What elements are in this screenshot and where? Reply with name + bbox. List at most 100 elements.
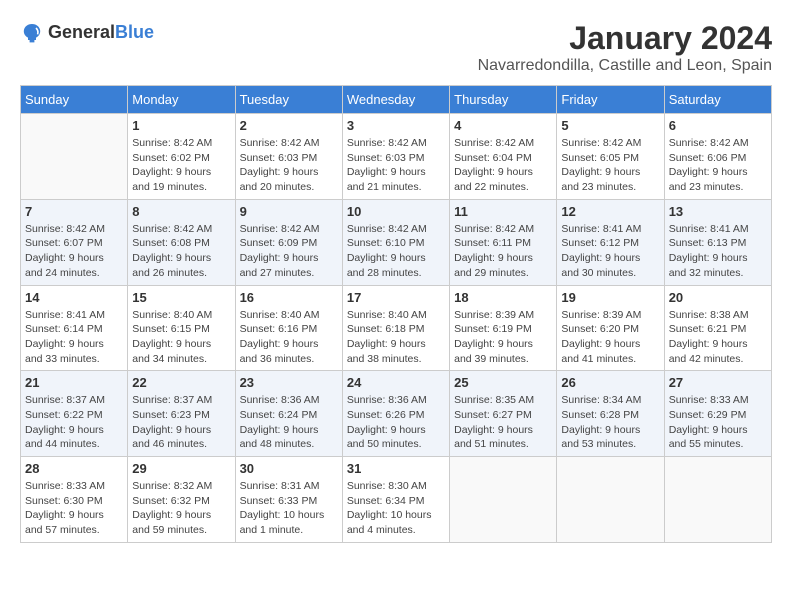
day-info: Sunrise: 8:42 AMSunset: 6:09 PMDaylight:… [240,222,338,281]
calendar-cell [450,457,557,543]
day-number: 17 [347,290,445,305]
day-info: Sunrise: 8:37 AMSunset: 6:23 PMDaylight:… [132,393,230,452]
day-number: 26 [561,375,659,390]
day-info: Sunrise: 8:37 AMSunset: 6:22 PMDaylight:… [25,393,123,452]
day-info: Sunrise: 8:42 AMSunset: 6:05 PMDaylight:… [561,136,659,195]
calendar-cell: 21 Sunrise: 8:37 AMSunset: 6:22 PMDaylig… [21,371,128,457]
calendar-cell: 23 Sunrise: 8:36 AMSunset: 6:24 PMDaylig… [235,371,342,457]
day-number: 12 [561,204,659,219]
day-info: Sunrise: 8:32 AMSunset: 6:32 PMDaylight:… [132,479,230,538]
calendar-cell: 26 Sunrise: 8:34 AMSunset: 6:28 PMDaylig… [557,371,664,457]
calendar-table: Sunday Monday Tuesday Wednesday Thursday… [20,85,772,543]
day-info: Sunrise: 8:36 AMSunset: 6:24 PMDaylight:… [240,393,338,452]
header-wednesday: Wednesday [342,86,449,114]
day-number: 23 [240,375,338,390]
day-number: 30 [240,461,338,476]
calendar-week-row: 21 Sunrise: 8:37 AMSunset: 6:22 PMDaylig… [21,371,772,457]
calendar-cell: 16 Sunrise: 8:40 AMSunset: 6:16 PMDaylig… [235,285,342,371]
day-number: 7 [25,204,123,219]
logo-icon [20,20,44,44]
day-info: Sunrise: 8:38 AMSunset: 6:21 PMDaylight:… [669,308,767,367]
day-info: Sunrise: 8:42 AMSunset: 6:10 PMDaylight:… [347,222,445,281]
day-info: Sunrise: 8:40 AMSunset: 6:18 PMDaylight:… [347,308,445,367]
day-number: 9 [240,204,338,219]
calendar-cell [21,114,128,200]
day-info: Sunrise: 8:36 AMSunset: 6:26 PMDaylight:… [347,393,445,452]
day-number: 14 [25,290,123,305]
day-number: 5 [561,118,659,133]
day-info: Sunrise: 8:42 AMSunset: 6:02 PMDaylight:… [132,136,230,195]
day-number: 8 [132,204,230,219]
day-number: 1 [132,118,230,133]
calendar-cell: 25 Sunrise: 8:35 AMSunset: 6:27 PMDaylig… [450,371,557,457]
day-number: 21 [25,375,123,390]
location-subtitle: Navarredondilla, Castille and Leon, Spai… [478,57,772,75]
calendar-cell: 14 Sunrise: 8:41 AMSunset: 6:14 PMDaylig… [21,285,128,371]
day-info: Sunrise: 8:42 AMSunset: 6:04 PMDaylight:… [454,136,552,195]
header-monday: Monday [128,86,235,114]
logo-text: GeneralBlue [48,22,154,43]
day-number: 24 [347,375,445,390]
calendar-week-row: 1 Sunrise: 8:42 AMSunset: 6:02 PMDayligh… [21,114,772,200]
calendar-cell: 6 Sunrise: 8:42 AMSunset: 6:06 PMDayligh… [664,114,771,200]
calendar-cell: 18 Sunrise: 8:39 AMSunset: 6:19 PMDaylig… [450,285,557,371]
day-number: 20 [669,290,767,305]
day-info: Sunrise: 8:41 AMSunset: 6:14 PMDaylight:… [25,308,123,367]
day-number: 13 [669,204,767,219]
title-area: January 2024 Navarredondilla, Castille a… [478,20,772,75]
day-info: Sunrise: 8:42 AMSunset: 6:08 PMDaylight:… [132,222,230,281]
logo: GeneralBlue [20,20,154,44]
day-number: 10 [347,204,445,219]
calendar-cell: 24 Sunrise: 8:36 AMSunset: 6:26 PMDaylig… [342,371,449,457]
day-info: Sunrise: 8:30 AMSunset: 6:34 PMDaylight:… [347,479,445,538]
day-number: 11 [454,204,552,219]
day-number: 6 [669,118,767,133]
header-sunday: Sunday [21,86,128,114]
calendar-cell: 28 Sunrise: 8:33 AMSunset: 6:30 PMDaylig… [21,457,128,543]
calendar-cell: 3 Sunrise: 8:42 AMSunset: 6:03 PMDayligh… [342,114,449,200]
calendar-cell: 20 Sunrise: 8:38 AMSunset: 6:21 PMDaylig… [664,285,771,371]
calendar-cell: 29 Sunrise: 8:32 AMSunset: 6:32 PMDaylig… [128,457,235,543]
day-number: 28 [25,461,123,476]
calendar-cell: 11 Sunrise: 8:42 AMSunset: 6:11 PMDaylig… [450,199,557,285]
day-number: 25 [454,375,552,390]
day-info: Sunrise: 8:39 AMSunset: 6:20 PMDaylight:… [561,308,659,367]
day-info: Sunrise: 8:42 AMSunset: 6:06 PMDaylight:… [669,136,767,195]
day-info: Sunrise: 8:40 AMSunset: 6:16 PMDaylight:… [240,308,338,367]
day-number: 2 [240,118,338,133]
calendar-week-row: 14 Sunrise: 8:41 AMSunset: 6:14 PMDaylig… [21,285,772,371]
day-number: 29 [132,461,230,476]
day-number: 18 [454,290,552,305]
day-number: 27 [669,375,767,390]
day-number: 31 [347,461,445,476]
calendar-cell: 4 Sunrise: 8:42 AMSunset: 6:04 PMDayligh… [450,114,557,200]
day-info: Sunrise: 8:42 AMSunset: 6:03 PMDaylight:… [347,136,445,195]
day-number: 4 [454,118,552,133]
calendar-cell: 19 Sunrise: 8:39 AMSunset: 6:20 PMDaylig… [557,285,664,371]
header-friday: Friday [557,86,664,114]
calendar-cell: 2 Sunrise: 8:42 AMSunset: 6:03 PMDayligh… [235,114,342,200]
calendar-cell: 17 Sunrise: 8:40 AMSunset: 6:18 PMDaylig… [342,285,449,371]
month-title: January 2024 [478,20,772,57]
calendar-cell: 27 Sunrise: 8:33 AMSunset: 6:29 PMDaylig… [664,371,771,457]
calendar-cell: 22 Sunrise: 8:37 AMSunset: 6:23 PMDaylig… [128,371,235,457]
day-info: Sunrise: 8:35 AMSunset: 6:27 PMDaylight:… [454,393,552,452]
calendar-cell: 15 Sunrise: 8:40 AMSunset: 6:15 PMDaylig… [128,285,235,371]
calendar-header-row: Sunday Monday Tuesday Wednesday Thursday… [21,86,772,114]
day-number: 3 [347,118,445,133]
day-info: Sunrise: 8:39 AMSunset: 6:19 PMDaylight:… [454,308,552,367]
calendar-week-row: 28 Sunrise: 8:33 AMSunset: 6:30 PMDaylig… [21,457,772,543]
calendar-cell: 31 Sunrise: 8:30 AMSunset: 6:34 PMDaylig… [342,457,449,543]
calendar-cell: 7 Sunrise: 8:42 AMSunset: 6:07 PMDayligh… [21,199,128,285]
calendar-cell: 8 Sunrise: 8:42 AMSunset: 6:08 PMDayligh… [128,199,235,285]
day-info: Sunrise: 8:42 AMSunset: 6:07 PMDaylight:… [25,222,123,281]
calendar-cell [664,457,771,543]
calendar-cell: 5 Sunrise: 8:42 AMSunset: 6:05 PMDayligh… [557,114,664,200]
calendar-cell: 9 Sunrise: 8:42 AMSunset: 6:09 PMDayligh… [235,199,342,285]
calendar-week-row: 7 Sunrise: 8:42 AMSunset: 6:07 PMDayligh… [21,199,772,285]
day-info: Sunrise: 8:42 AMSunset: 6:11 PMDaylight:… [454,222,552,281]
day-info: Sunrise: 8:42 AMSunset: 6:03 PMDaylight:… [240,136,338,195]
calendar-cell: 13 Sunrise: 8:41 AMSunset: 6:13 PMDaylig… [664,199,771,285]
day-number: 19 [561,290,659,305]
day-info: Sunrise: 8:41 AMSunset: 6:13 PMDaylight:… [669,222,767,281]
